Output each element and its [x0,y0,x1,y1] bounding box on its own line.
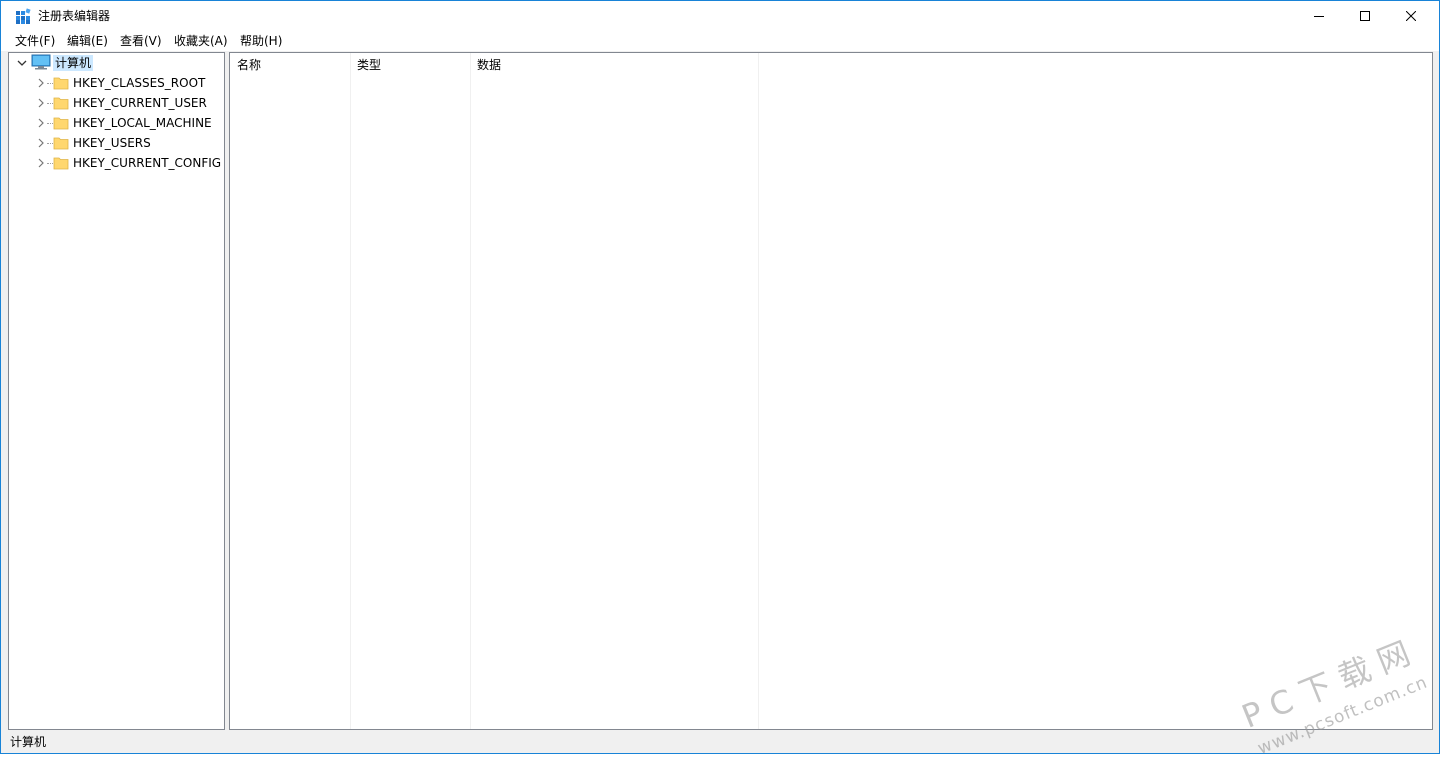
tree-node-hkcr[interactable]: HKEY_CLASSES_ROOT [9,73,224,93]
tree-node-hku[interactable]: HKEY_USERS [9,133,224,153]
folder-icon [53,137,69,150]
menu-edit[interactable]: 编辑(E) [67,33,108,49]
minimize-icon [1314,16,1324,17]
column-header-type[interactable]: 类型 [350,53,470,77]
title-bar[interactable]: 注册表编辑器 [1,1,1439,31]
chevron-down-icon[interactable] [17,58,27,68]
tree-label-hkey-local-machine: HKEY_LOCAL_MACHINE [73,116,212,130]
tree-node-hkcu[interactable]: HKEY_CURRENT_USER [9,93,224,113]
menu-help[interactable]: 帮助(H) [240,33,282,49]
tree-label-hkey-current-user: HKEY_CURRENT_USER [73,96,207,110]
column-divider [470,53,471,729]
chevron-right-icon[interactable] [36,158,46,168]
chevron-right-icon[interactable] [36,78,46,88]
folder-icon [53,157,69,170]
folder-icon [53,117,69,130]
status-bar: 计算机 [1,731,1439,753]
chevron-right-icon[interactable] [36,98,46,108]
menu-view[interactable]: 查看(V) [120,33,162,49]
menu-favorites[interactable]: 收藏夹(A) [174,33,228,49]
folder-icon [53,77,69,90]
menu-file[interactable]: 文件(F) [15,33,55,49]
column-header-data[interactable]: 数据 [470,53,758,77]
computer-icon [31,54,51,70]
folder-icon [53,97,69,110]
column-header-name[interactable]: 名称 [230,53,350,77]
close-button[interactable] [1388,1,1434,31]
key-tree-pane[interactable]: 计算机 HKEY_CLASSES_ROOT HKEY_CURRENT_USER [8,52,225,730]
tree-node-hkcc[interactable]: HKEY_CURRENT_CONFIG [9,153,224,173]
menu-bar: 文件(F) 编辑(E) 查看(V) 收藏夹(A) 帮助(H) [1,31,1439,51]
tree-label-hkey-users: HKEY_USERS [73,136,151,150]
chevron-right-icon[interactable] [36,138,46,148]
minimize-button[interactable] [1296,1,1342,31]
tree-label-computer: 计算机 [53,55,94,71]
window-title: 注册表编辑器 [38,9,111,23]
registry-editor-icon [16,8,31,24]
registry-editor-window: 注册表编辑器 文件(F) 编辑(E) 查看(V) 收藏夹(A) 帮助(H) 计算… [0,0,1440,754]
chevron-right-icon[interactable] [36,118,46,128]
status-path: 计算机 [10,735,47,749]
close-icon [1406,11,1416,21]
maximize-button[interactable] [1342,1,1388,31]
tree-node-hklm[interactable]: HKEY_LOCAL_MACHINE [9,113,224,133]
column-divider [758,53,759,729]
maximize-icon [1360,11,1370,21]
tree-label-hkey-classes-root: HKEY_CLASSES_ROOT [73,76,206,90]
tree-label-hkey-current-config: HKEY_CURRENT_CONFIG [73,156,222,170]
tree-node-computer[interactable]: 计算机 [9,53,224,73]
values-list-pane[interactable]: 名称 类型 数据 [229,52,1433,730]
column-divider [350,53,351,729]
